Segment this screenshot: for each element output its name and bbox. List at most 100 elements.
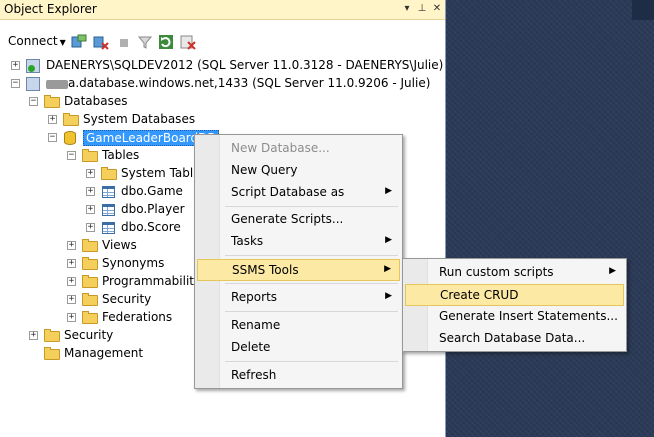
synonyms-label[interactable]: Synonyms <box>102 256 164 270</box>
expand-icon[interactable]: + <box>11 61 20 70</box>
expand-icon[interactable]: + <box>86 223 95 232</box>
menu-item-label: SSMS Tools <box>232 263 299 277</box>
menu-item-new-query[interactable]: New Query <box>197 160 400 182</box>
expand-icon[interactable]: + <box>67 241 76 250</box>
expand-icon[interactable]: + <box>86 187 95 196</box>
submenu-arrow-icon: ▶ <box>609 266 616 276</box>
menu-item-generate-insert-statements[interactable]: Generate Insert Statements... <box>405 306 624 328</box>
workspace-background <box>446 0 654 437</box>
object-explorer-toolbar: Connect ▼ <box>0 31 445 53</box>
expand-icon[interactable]: + <box>48 115 57 124</box>
expand-icon[interactable]: + <box>67 295 76 304</box>
menu-item-create-crud[interactable]: Create CRUD <box>405 284 624 306</box>
menu-item-new-database[interactable]: New Database... <box>197 138 400 160</box>
views-label[interactable]: Views <box>102 238 137 252</box>
disconnect-all-icon[interactable] <box>180 34 196 50</box>
menu-separator <box>225 311 398 312</box>
folder-icon <box>82 149 98 162</box>
collapse-icon[interactable]: − <box>11 79 20 88</box>
security-db-label[interactable]: Security <box>102 292 151 306</box>
object-explorer-titlebar: Object Explorer ▾ ⊥ ✕ <box>0 0 445 20</box>
menu-item-label: New Database... <box>231 141 330 155</box>
folder-icon <box>101 167 117 180</box>
menu-separator <box>225 255 398 256</box>
workspace-corner <box>632 0 654 20</box>
collapse-icon[interactable]: − <box>29 97 38 106</box>
auto-hide-pin-icon[interactable]: ⊥ <box>415 2 429 16</box>
folder-icon <box>82 239 98 252</box>
system-databases-label[interactable]: System Databases <box>83 112 195 126</box>
connect-label: Connect <box>8 34 58 48</box>
filter-icon[interactable] <box>137 34 153 50</box>
collapse-icon[interactable]: − <box>67 151 76 160</box>
tables-label[interactable]: Tables <box>102 148 139 162</box>
table-icon <box>102 186 115 198</box>
chevron-down-icon: ▼ <box>59 38 66 47</box>
server-1-label[interactable]: DAENERYS\SQLDEV2012 (SQL Server 11.0.312… <box>46 58 443 72</box>
table-game-label[interactable]: dbo.Game <box>121 184 183 198</box>
folder-icon <box>82 257 98 270</box>
submenu-arrow-icon: ▶ <box>385 186 392 196</box>
redacted-server-name <box>46 80 68 89</box>
security-server-label[interactable]: Security <box>64 328 113 342</box>
menu-item-script-database-as[interactable]: Script Database as ▶ <box>197 182 400 204</box>
folder-icon <box>82 311 98 324</box>
menu-item-label: Generate Scripts... <box>231 212 344 226</box>
menu-separator <box>225 361 398 362</box>
folder-icon <box>44 347 60 360</box>
expand-icon[interactable]: + <box>67 277 76 286</box>
menu-item-label: Delete <box>231 340 271 354</box>
stop-icon[interactable] <box>116 34 132 50</box>
panel-title: Object Explorer <box>4 2 97 16</box>
close-icon[interactable]: ✕ <box>430 2 444 16</box>
connect-object-explorer-icon[interactable] <box>71 34 87 50</box>
menu-item-refresh[interactable]: Refresh <box>197 365 400 387</box>
expand-icon[interactable]: + <box>86 205 95 214</box>
disconnect-icon[interactable] <box>93 34 109 50</box>
menu-item-generate-scripts[interactable]: Generate Scripts... <box>197 209 400 231</box>
menu-item-label: Search Database Data... <box>439 331 586 345</box>
management-label[interactable]: Management <box>64 346 143 360</box>
database-context-menu: New Database... New Query Script Databas… <box>194 134 403 389</box>
menu-item-label: Run custom scripts <box>439 265 554 279</box>
menu-item-label: Generate Insert Statements... <box>439 309 618 323</box>
table-icon <box>102 222 115 234</box>
menu-item-delete[interactable]: Delete <box>197 337 400 359</box>
menu-separator <box>225 206 398 207</box>
menu-item-label: Refresh <box>231 368 277 382</box>
programmability-label[interactable]: Programmability <box>102 274 201 288</box>
window-position-icon[interactable]: ▾ <box>400 2 414 16</box>
table-score-label[interactable]: dbo.Score <box>121 220 181 234</box>
table-player-label[interactable]: dbo.Player <box>121 202 185 216</box>
folder-icon <box>44 95 60 108</box>
expand-icon[interactable]: + <box>86 169 95 178</box>
menu-item-tasks[interactable]: Tasks ▶ <box>197 231 400 253</box>
folder-icon <box>63 113 79 126</box>
collapse-icon[interactable]: − <box>48 133 57 142</box>
table-icon <box>102 204 115 216</box>
menu-item-reports[interactable]: Reports ▶ <box>197 287 400 309</box>
menu-item-search-database-data[interactable]: Search Database Data... <box>405 328 624 350</box>
databases-label[interactable]: Databases <box>64 94 128 108</box>
federations-label[interactable]: Federations <box>102 310 172 324</box>
folder-icon <box>44 329 60 342</box>
submenu-arrow-icon: ▶ <box>385 291 392 301</box>
menu-item-label: Reports <box>231 290 278 304</box>
menu-item-label: Create CRUD <box>440 288 519 302</box>
menu-separator <box>225 283 398 284</box>
server-icon <box>26 59 40 73</box>
refresh-icon[interactable] <box>158 34 174 50</box>
menu-item-label: Rename <box>231 318 281 332</box>
expand-icon[interactable]: + <box>67 259 76 268</box>
menu-item-label: New Query <box>231 163 298 177</box>
expand-icon[interactable]: + <box>67 313 76 322</box>
expand-icon[interactable]: + <box>29 331 38 340</box>
menu-item-rename[interactable]: Rename <box>197 315 400 337</box>
menu-item-run-custom-scripts[interactable]: Run custom scripts ▶ <box>405 262 624 284</box>
azure-server-icon <box>26 77 40 91</box>
connect-button[interactable]: Connect ▼ <box>8 34 66 48</box>
database-icon <box>64 131 76 145</box>
menu-item-ssms-tools[interactable]: SSMS Tools ▶ <box>197 259 400 281</box>
server-2-label[interactable]: a.database.windows.net,1433 (SQL Server … <box>68 76 430 90</box>
folder-icon <box>82 275 98 288</box>
